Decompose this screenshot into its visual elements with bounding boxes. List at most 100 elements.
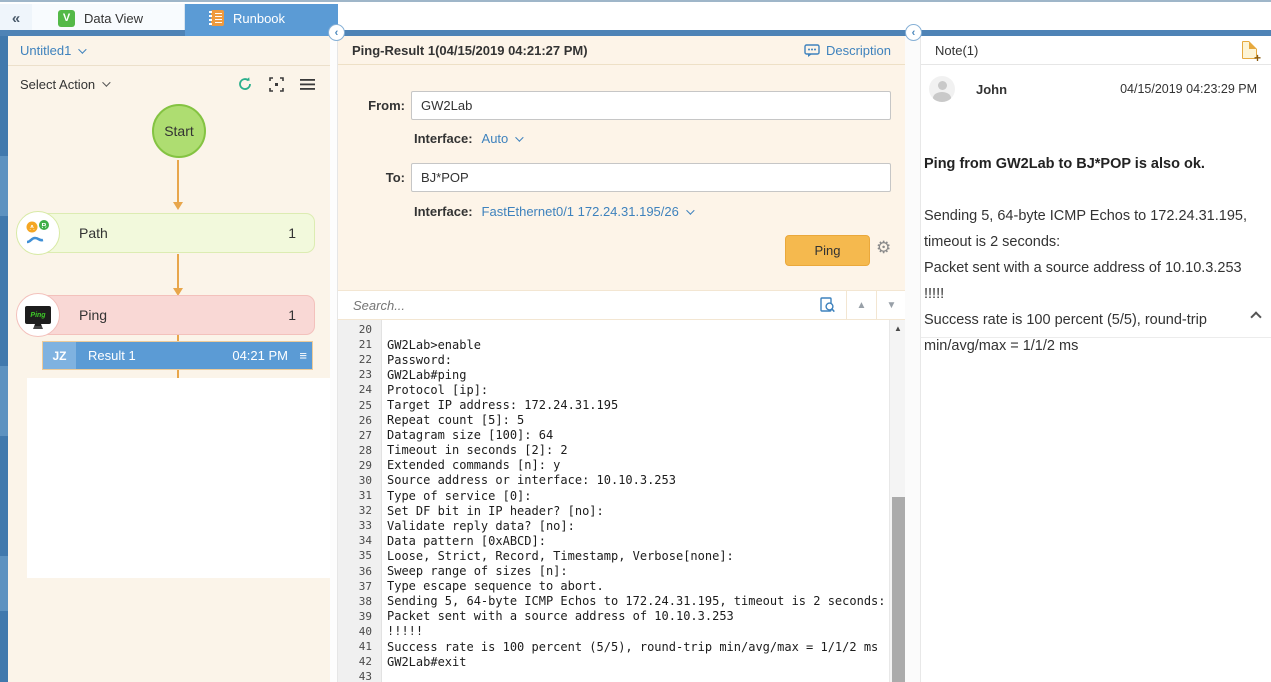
console-line: 34 Data pattern [0xABCD]: <box>358 533 546 548</box>
runbook-icon <box>209 10 224 26</box>
note-panel-title: Note(1) <box>935 42 979 58</box>
console-line: 22 Password: <box>358 352 453 367</box>
from-interface-dropdown[interactable]: Auto <box>482 131 509 146</box>
select-action-dropdown[interactable]: Select Action <box>20 77 95 92</box>
panel-divider <box>905 36 920 682</box>
fit-view-icon[interactable] <box>267 75 285 93</box>
panel-divider <box>330 36 337 682</box>
result-time: 04:21 PM <box>232 348 288 363</box>
path-icon: A B <box>16 211 60 255</box>
console-line: 24 Protocol [ip]: <box>358 382 489 397</box>
runbook-title-row[interactable]: Untitled1 <box>8 36 330 66</box>
console-line: 36 Sweep range of sizes [n]: <box>358 564 568 579</box>
ping-result-panel: Ping-Result 1(04/15/2019 04:21:27 PM) De… <box>337 36 906 682</box>
console-line: 39 Packet sent with a source address of 1… <box>358 609 734 624</box>
flow-node-ping-label: Ping <box>79 307 108 323</box>
collapse-tabs-button[interactable]: « <box>0 4 32 32</box>
note-text-lines: Sending 5, 64-byte ICMP Echos to 172.24.… <box>924 203 1260 359</box>
collapse-note-icon[interactable] <box>1250 308 1262 326</box>
to-interface-dropdown[interactable]: FastEthernet0/1 172.24.31.195/26 <box>482 204 679 219</box>
result-label: Result 1 <box>88 348 136 363</box>
ping-button[interactable]: Ping <box>785 235 870 266</box>
flow-node-path-count: 1 <box>288 225 296 241</box>
refresh-icon[interactable] <box>236 75 254 93</box>
console-scrollbar[interactable]: ▲ <box>889 320 906 682</box>
to-label: To: <box>385 170 405 185</box>
console-line: 32 Set DF bit in IP header? [no]: <box>358 503 604 518</box>
result-panel-title: Ping-Result 1(04/15/2019 04:21:27 PM) <box>352 42 588 58</box>
note-body: Ping from GW2Lab to BJ*POP is also ok. S… <box>924 151 1260 359</box>
console-lines: 20 21 GW2Lab>enable 22 Password: 23 GW2Lab#… <box>338 322 889 682</box>
console-line: 25 Target IP address: 172.24.31.195 <box>358 398 619 413</box>
note-text-line: Sending 5, 64-byte ICMP Echos to 172.24.… <box>924 208 1247 250</box>
to-interface-label: Interface: <box>414 204 473 219</box>
result-item[interactable]: JZ Result 1 04:21 PM ≡ <box>42 341 313 370</box>
gear-icon[interactable]: ⚙ <box>876 238 891 258</box>
search-previous-button[interactable]: ▲ <box>847 291 876 319</box>
comment-icon <box>804 43 820 57</box>
note-text-line: Packet sent with a source address of 10.… <box>924 260 1242 276</box>
add-note-icon[interactable] <box>1242 41 1261 65</box>
left-dock-strip[interactable] <box>0 36 8 682</box>
ping-icon: Ping <box>16 293 60 337</box>
console-line: 31 Type of service [0]: <box>358 488 532 503</box>
scroll-up-icon[interactable]: ▲ <box>890 320 906 337</box>
flow-node-path[interactable]: A B Path 1 <box>16 211 315 255</box>
collapse-note-panel-button[interactable]: ‹ <box>905 24 922 41</box>
flow-connector <box>177 370 179 378</box>
console-line: 21 GW2Lab>enable <box>358 337 481 352</box>
description-link[interactable]: Description <box>804 43 891 58</box>
console-line: 29 Extended commands [n]: y <box>358 458 561 473</box>
console-search-bar: ▲ ▼ <box>338 290 906 320</box>
tab-data-view[interactable]: V Data View <box>32 4 185 32</box>
console-line: 26 Repeat count [5]: 5 <box>358 413 525 428</box>
console-line: 38 Sending 5, 64-byte ICMP Echos to 172.2… <box>358 594 886 609</box>
from-input[interactable] <box>411 91 891 120</box>
console-line: 43 <box>358 670 372 682</box>
tab-runbook-label: Runbook <box>233 10 286 26</box>
app-window: « V Data View Runbook Untitled1 Select A… <box>0 0 1271 682</box>
flow-node-path-label: Path <box>79 225 108 241</box>
search-in-document-icon[interactable] <box>809 291 846 319</box>
from-label: From: <box>368 98 405 113</box>
note-author: John <box>976 81 1008 97</box>
menu-icon[interactable] <box>298 75 316 93</box>
chevron-down-icon <box>515 132 524 142</box>
from-interface-label: Interface: <box>414 131 473 146</box>
note-panel: Note(1) John 04/15/2019 04:23:29 PM Ping… <box>920 36 1271 682</box>
to-input[interactable] <box>411 163 891 192</box>
runbook-title: Untitled1 <box>20 43 72 58</box>
top-tab-bar: « V Data View Runbook <box>0 0 1271 32</box>
note-divider <box>921 337 1271 338</box>
result-user-badge: JZ <box>43 342 76 369</box>
flow-arrow <box>173 160 183 210</box>
flow-node-ping-count: 1 <box>288 307 296 323</box>
console-line: 27 Datagram size [100]: 64 <box>358 428 554 443</box>
scrollbar-thumb[interactable] <box>892 497 905 682</box>
flow-start-node[interactable]: Start <box>152 104 206 158</box>
console-line: 40!!!!! <box>358 624 424 639</box>
note-text-line: !!!!! <box>924 286 945 302</box>
chevron-down-icon <box>78 44 87 54</box>
console-line: 28 Timeout in seconds [2]: 2 <box>358 443 568 458</box>
console-line: 37 Type escape sequence to abort. <box>358 579 604 594</box>
console-line: 30 Source address or interface: 10.10.3.2… <box>358 473 676 488</box>
runbook-flow-panel: Untitled1 Select Action Start Path 1 Pin… <box>8 36 330 682</box>
avatar <box>929 76 955 102</box>
result-menu-icon[interactable]: ≡ <box>299 348 307 363</box>
console-line: 33 Validate reply data? [no]: <box>358 518 575 533</box>
tab-runbook[interactable]: Runbook <box>185 4 338 32</box>
search-next-button[interactable]: ▼ <box>877 291 906 319</box>
chevron-down-icon <box>686 205 695 215</box>
console-line: 20 <box>358 323 372 337</box>
data-view-icon: V <box>58 9 75 27</box>
note-timestamp: 04/15/2019 04:23:29 PM <box>1120 82 1257 96</box>
tab-data-view-label: Data View <box>84 10 144 26</box>
search-input[interactable] <box>338 297 809 313</box>
flow-canvas-page <box>27 378 330 578</box>
flow-node-ping[interactable]: Ping Ping 1 <box>16 293 315 337</box>
collapse-result-panel-button[interactable]: ‹ <box>328 24 345 41</box>
cli-console: 20 21 GW2Lab>enable 22 Password: 23 GW2Lab#… <box>338 320 906 682</box>
chevron-down-icon <box>102 78 111 87</box>
note-summary: Ping from GW2Lab to BJ*POP is also ok. <box>924 156 1205 172</box>
